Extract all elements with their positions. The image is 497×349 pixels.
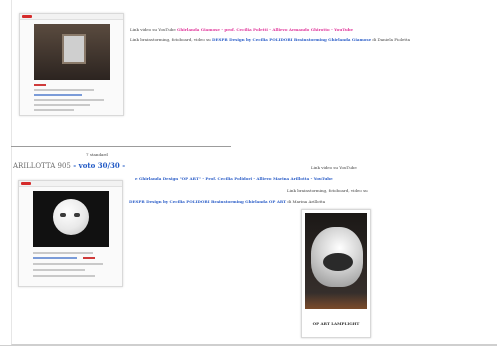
bottom-divider [0,345,497,346]
post2-line3: Link brainstorming, fotoboard, video su [287,188,368,193]
meta-row [33,269,85,271]
video-frame [33,191,109,247]
video-subject [62,34,86,64]
post2-line4-suffix: di Marina Arillotta [286,199,326,204]
meta-row [33,275,95,277]
post1-brainstorm-link[interactable]: DESPR Design by Cecilia POLIDORI Brainst… [212,37,371,42]
helmet-eye [60,213,66,217]
post2-heading-score: - voto 30/30 - [70,161,126,170]
helmet-image [53,199,89,235]
post-separator [11,146,231,147]
youtube-screenshot-thumbnail-1[interactable] [19,13,124,116]
browser-bar [19,181,122,187]
poster-caption: OP ART LAMPLIGHT [312,321,360,326]
meta-row [34,94,82,96]
op-art-poster[interactable]: OP ART LAMPLIGHT [301,209,371,338]
meta-row [34,99,104,101]
post2-brainstorm-link[interactable]: DESPR Design by Cecilia POLIDORI Brainst… [129,199,286,204]
meta-row [33,257,77,259]
browser-bar [20,14,123,20]
post1-youtube-link[interactable]: Ghirlanda Giamose - prof. Cecilia Polett… [177,27,353,32]
post2-heading: ARILLOTTA 905 - voto 30/30 - [13,161,125,170]
post2-youtube-link[interactable]: e Ghirlanda Design "OP ART" - Prof. Ceci… [135,176,333,181]
youtube-logo-icon [22,15,32,18]
meta-row [34,109,74,111]
youtube-screenshot-thumbnail-2[interactable] [18,180,123,287]
post2-line1: Link video su YouTube [311,165,357,170]
youtube-logo-icon [21,182,31,185]
meta-row [34,104,90,106]
poster-photo [305,213,367,309]
post1-line2: Link brainstorming, fotoboard, video su … [130,37,410,42]
post2-line4: DESPR Design by Cecilia POLIDORI Brainst… [129,199,325,204]
post2-heading-name: ARILLOTTA 905 [13,162,71,170]
meta-row [33,263,103,265]
post1-line1: Link video su YouTube Ghirlanda Giamose … [130,27,353,32]
helmet-eye [74,213,80,217]
lamp-visor [323,253,353,271]
lamp-glow [305,293,367,309]
meta-row [34,89,94,91]
subscribe-bar [34,84,46,86]
post1-line2-suffix: di Daniela Fioletta [371,37,410,42]
video-frame [34,24,110,80]
post1-line2-label: Link brainstorming, fotoboard, video su [130,37,212,42]
meta-row [33,252,93,254]
post1-line1-label: Link video su YouTube [130,27,177,32]
subscribe-bar [83,257,95,259]
caption-top: 7 standard [86,152,108,157]
